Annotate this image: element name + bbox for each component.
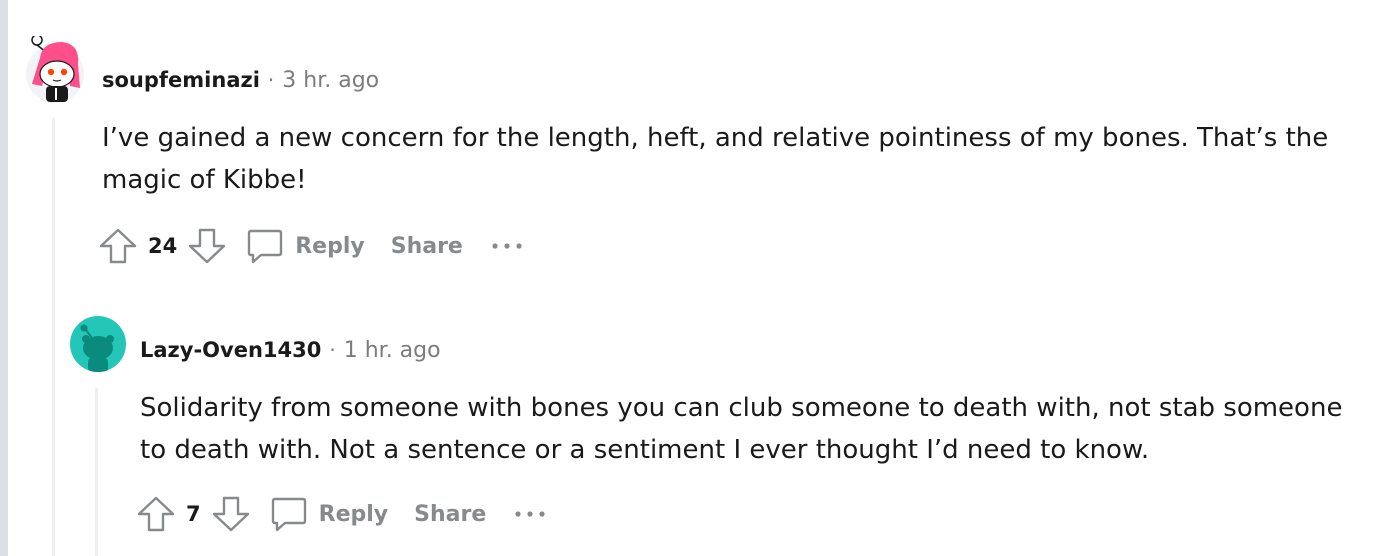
timestamp[interactable]: 1 hr. ago	[344, 338, 441, 363]
share-label: Share	[390, 233, 463, 259]
comment-body-line: magic of Kibbe!	[102, 165, 307, 195]
comment-meta: soupfeminazi · 3 hr. ago	[102, 68, 379, 93]
comment-bubble-icon	[245, 226, 285, 266]
author-link[interactable]: Lazy-Oven1430	[140, 338, 321, 362]
comment-actions: 24 Reply Share	[98, 226, 523, 266]
default-snoo-avatar-icon[interactable]	[70, 316, 126, 372]
comment-body: I’ve gained a new concern for the length…	[102, 117, 1382, 201]
reply-label: Reply	[318, 501, 389, 527]
share-label: Share	[414, 501, 487, 527]
reply-label: Reply	[295, 233, 365, 259]
share-button[interactable]: Share	[414, 502, 486, 527]
reply-button[interactable]: Reply	[245, 226, 365, 266]
author-link[interactable]: soupfeminazi	[102, 68, 260, 92]
comment-bubble-icon	[269, 494, 309, 534]
upvote-icon[interactable]	[136, 494, 176, 534]
more-options-icon[interactable]	[491, 241, 523, 251]
timestamp[interactable]: 3 hr. ago	[282, 68, 379, 93]
page-left-edge	[0, 0, 8, 556]
upvote-icon[interactable]	[98, 226, 138, 266]
share-button[interactable]: Share	[391, 234, 463, 259]
downvote-icon[interactable]	[211, 494, 251, 534]
comment-body-line: I’ve gained a new concern for the length…	[102, 123, 1329, 153]
thread-line[interactable]	[95, 388, 98, 556]
comment-meta: Lazy-Oven1430 · 1 hr. ago	[140, 338, 441, 363]
reply-button[interactable]: Reply	[269, 494, 389, 534]
meta-separator: ·	[267, 68, 275, 92]
downvote-icon[interactable]	[187, 226, 227, 266]
more-options-icon[interactable]	[514, 509, 546, 519]
comment-body: Solidarity from someone with bones you c…	[140, 387, 1390, 471]
comment-body-line: Solidarity from someone with bones you c…	[140, 393, 1343, 423]
thread-line[interactable]	[52, 118, 55, 556]
comment-actions: 7 Reply Share	[136, 494, 546, 534]
vote-score: 7	[186, 502, 201, 526]
meta-separator: ·	[329, 338, 336, 362]
vote-score: 24	[148, 234, 178, 258]
snoo-avatar-icon[interactable]	[24, 34, 86, 104]
comment-body-line: to death with. Not a sentence or a senti…	[140, 435, 1150, 465]
